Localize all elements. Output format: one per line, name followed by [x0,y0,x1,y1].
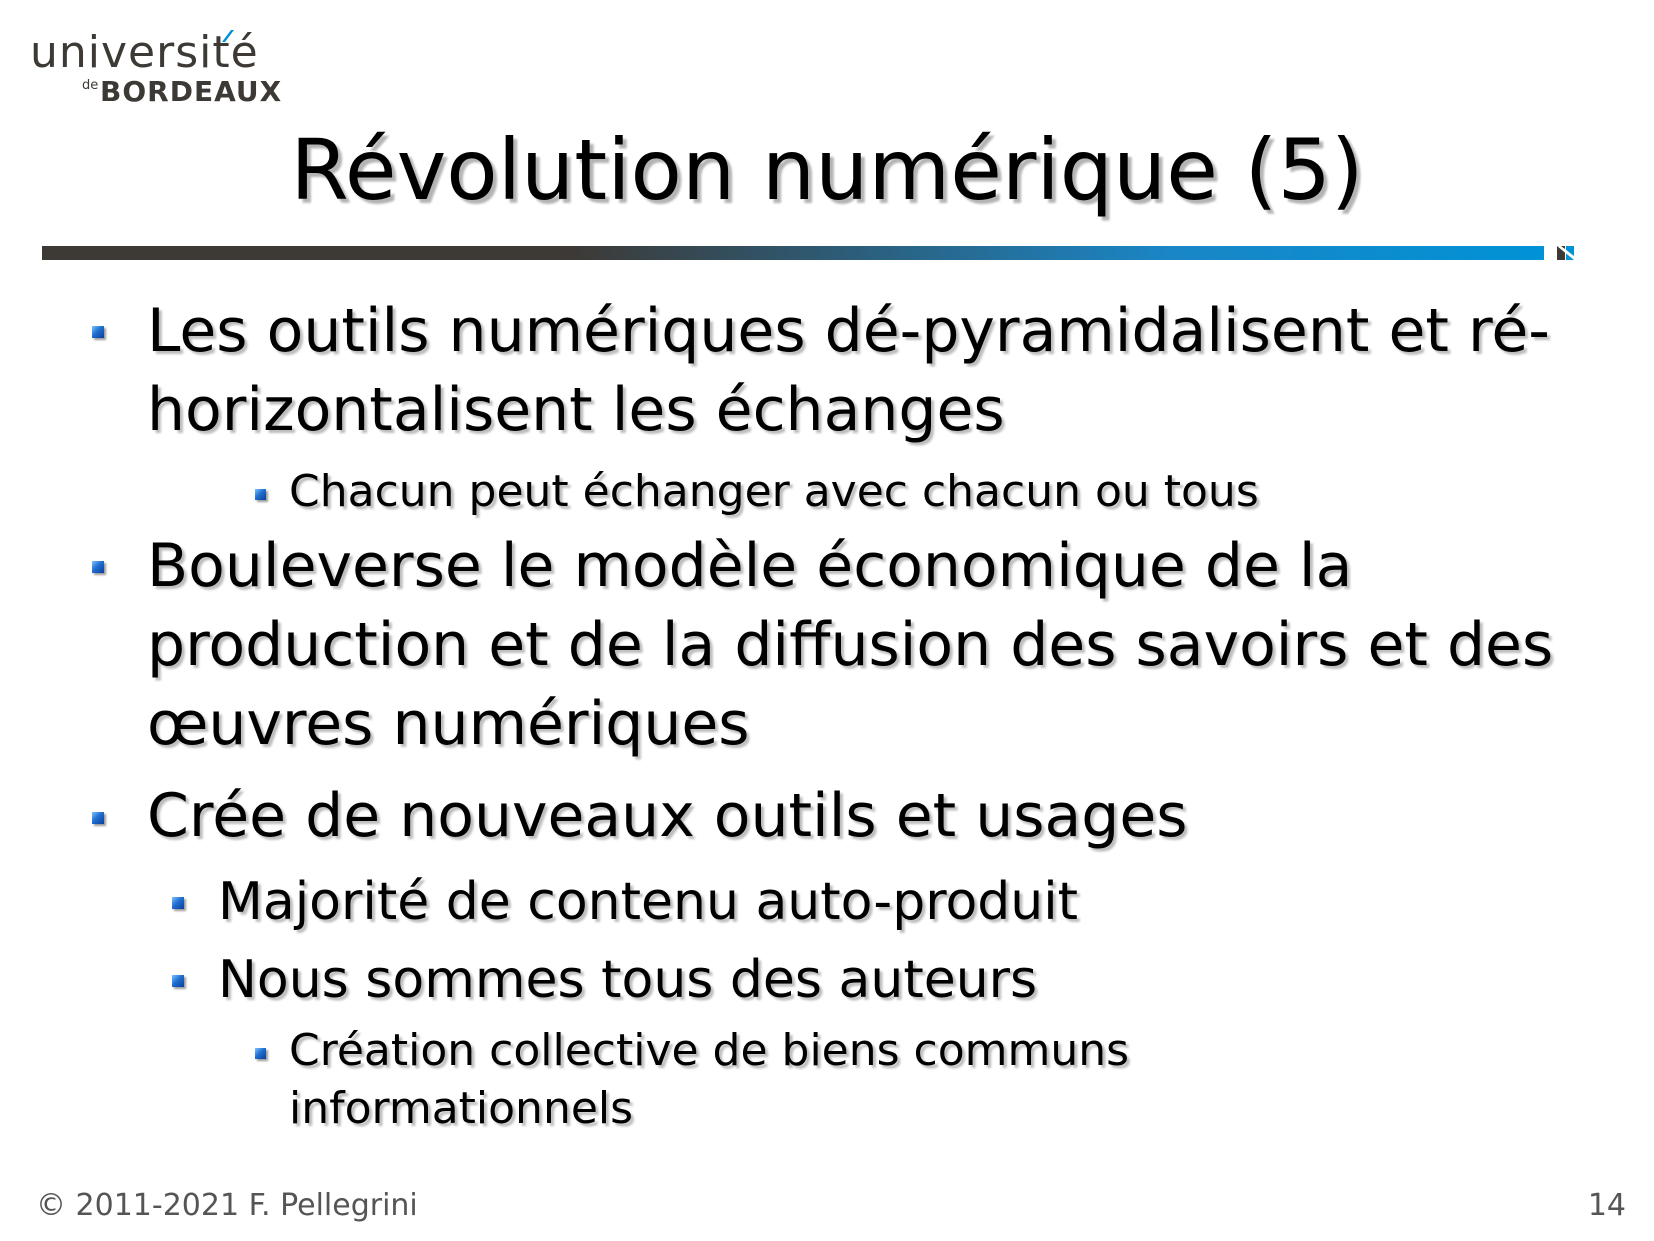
title-divider [42,246,1544,260]
bullet-icon [172,975,184,987]
bullet-item-level1: Bouleverse le modèle économique de la pr… [147,531,1554,759]
logo-text-de: de [82,78,99,93]
bullet-icon [255,489,266,500]
bullet-icon [255,1048,266,1059]
slide-title: Révolution numérique (5) [290,121,1364,219]
logo-accent-mark [222,30,234,42]
bullet-icon [92,326,104,338]
bullet-item-level1: Les outils numériques dé-pyramidalisent … [147,296,1550,445]
bullet-icon [172,897,184,909]
bullet-item-level2: Majorité de contenu auto-produit [218,872,1079,932]
bullet-item-level2: Nous sommes tous des auteurs [218,950,1038,1010]
page-number: 14 [1587,1188,1626,1223]
bullet-icon [92,812,104,824]
logo-text-bordeaux: BORDEAUX [100,75,283,108]
university-logo: université de BORDEAUX [30,28,281,109]
bullet-icon [92,561,104,573]
divider-end-mark [1557,246,1574,260]
copyright-footer: © 2011-2021 F. Pellegrini [36,1188,418,1223]
bullet-item-level1: Crée de nouveaux outils et usages [147,781,1188,851]
bullet-item-level3: Chacun peut échanger avec chacun ou tous [289,466,1259,517]
bullet-item-level3: Création collective de biens communs inf… [289,1025,1130,1134]
